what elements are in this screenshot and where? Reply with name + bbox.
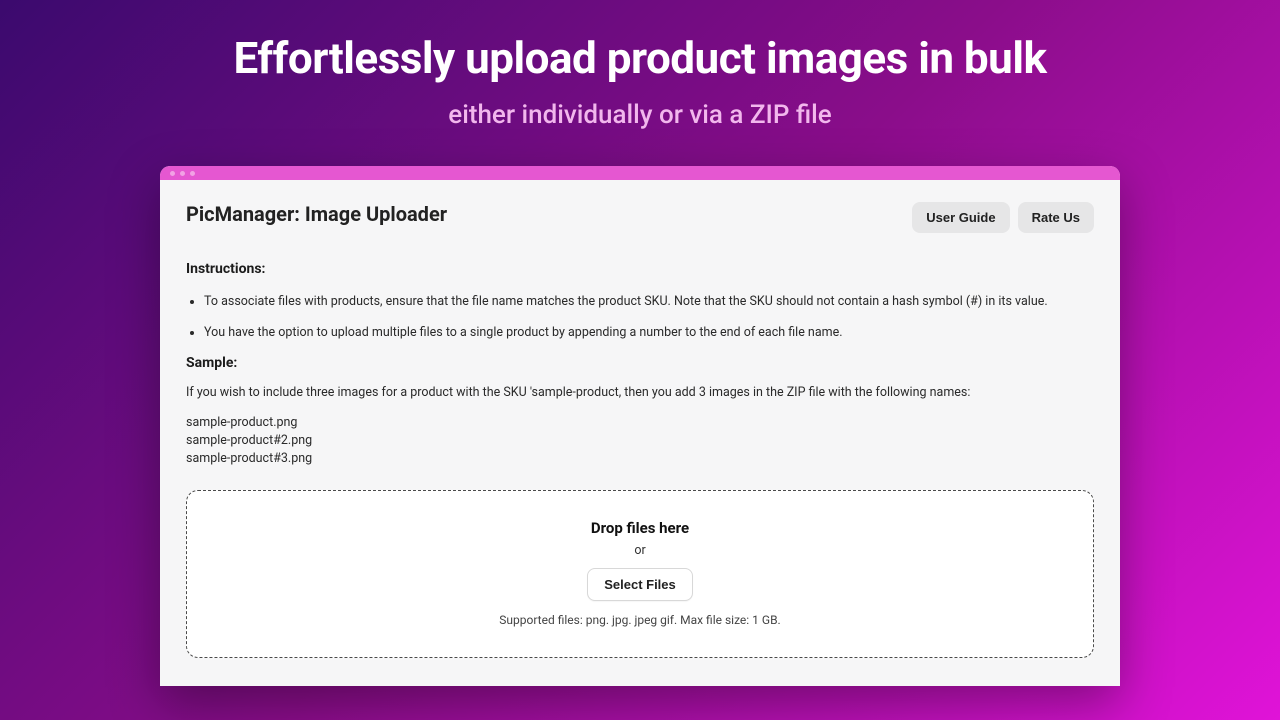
- window-dot: [170, 171, 175, 176]
- sample-file-line: sample-product#3.png: [186, 450, 1094, 468]
- app-title: PicManager: Image Uploader: [186, 202, 447, 226]
- sample-file-line: sample-product.png: [186, 414, 1094, 432]
- header-row: PicManager: Image Uploader User Guide Ra…: [186, 202, 1094, 233]
- instructions-list: To associate files with products, ensure…: [186, 293, 1094, 343]
- header-buttons: User Guide Rate Us: [912, 202, 1094, 233]
- hero-section: Effortlessly upload product images in bu…: [0, 0, 1280, 130]
- file-dropzone[interactable]: Drop files here or Select Files Supporte…: [186, 490, 1094, 658]
- instructions-label: Instructions:: [186, 261, 1094, 277]
- sample-label: Sample:: [186, 355, 1094, 371]
- instruction-item: To associate files with products, ensure…: [204, 293, 1094, 312]
- app-content: PicManager: Image Uploader User Guide Ra…: [160, 180, 1120, 686]
- dropzone-supported-text: Supported files: png. jpg. jpeg gif. Max…: [187, 613, 1093, 627]
- window-dot: [190, 171, 195, 176]
- dropzone-title: Drop files here: [187, 519, 1093, 537]
- hero-title: Effortlessly upload product images in bu…: [0, 32, 1280, 84]
- select-files-button[interactable]: Select Files: [587, 568, 693, 601]
- hero-subtitle: either individually or via a ZIP file: [0, 100, 1280, 130]
- sample-files: sample-product.png sample-product#2.png …: [186, 414, 1094, 468]
- window-titlebar: [160, 166, 1120, 180]
- dropzone-or: or: [187, 543, 1093, 558]
- instruction-item: You have the option to upload multiple f…: [204, 324, 1094, 343]
- app-window: PicManager: Image Uploader User Guide Ra…: [160, 166, 1120, 686]
- sample-description: If you wish to include three images for …: [186, 385, 1094, 400]
- rate-us-button[interactable]: Rate Us: [1018, 202, 1094, 233]
- window-dot: [180, 171, 185, 176]
- sample-file-line: sample-product#2.png: [186, 432, 1094, 450]
- user-guide-button[interactable]: User Guide: [912, 202, 1009, 233]
